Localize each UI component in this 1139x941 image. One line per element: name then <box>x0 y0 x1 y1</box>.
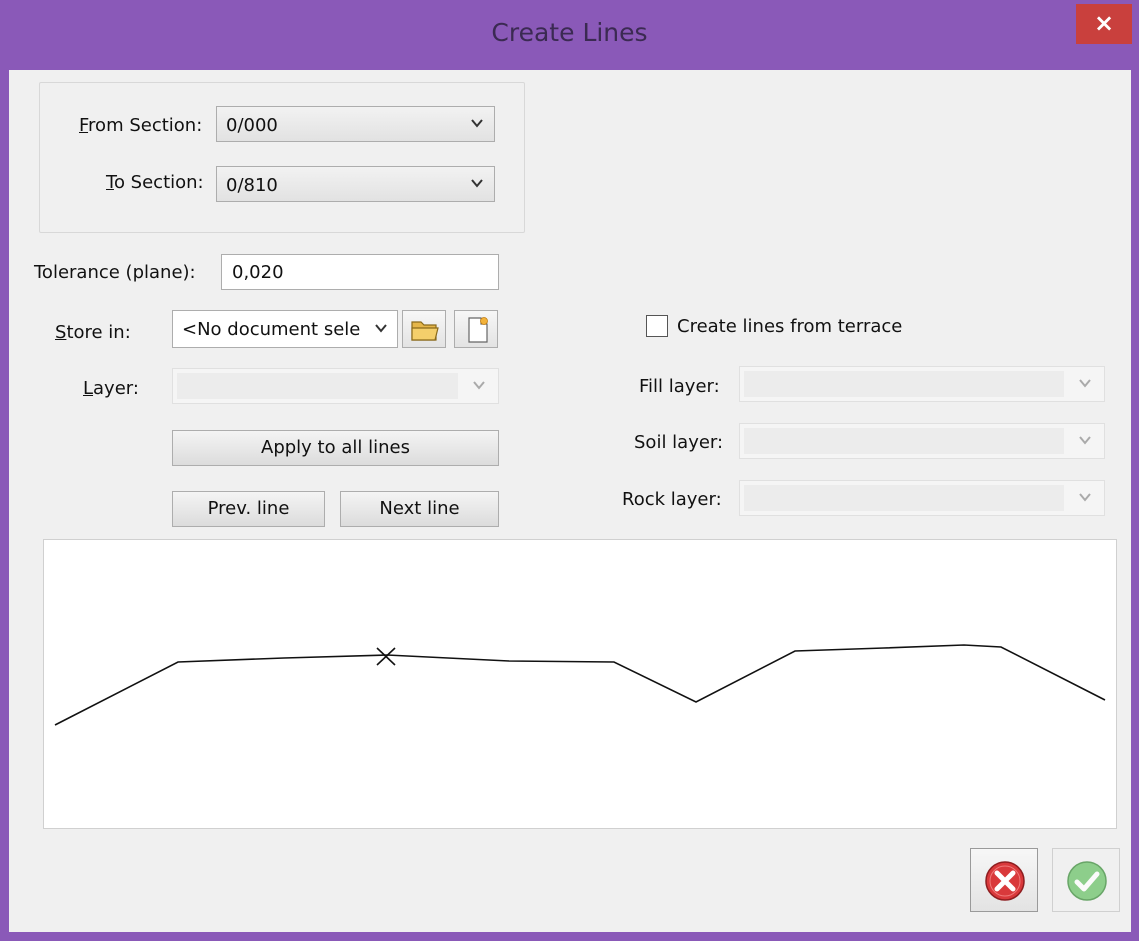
layer-value <box>177 373 458 399</box>
cancel-button[interactable] <box>970 848 1038 912</box>
chevron-down-icon <box>470 112 484 138</box>
chevron-down-icon <box>1078 486 1092 512</box>
to-section-value: 0/810 <box>226 175 278 196</box>
fill-layer-value <box>744 371 1064 397</box>
store-in-dropdown[interactable]: <No document sele <box>172 310 398 348</box>
store-in-value: <No document sele <box>182 319 361 340</box>
soil-layer-dropdown[interactable] <box>739 423 1105 459</box>
apply-to-all-lines-button[interactable]: Apply to all lines <box>172 430 499 466</box>
soil-layer-label: Soil layer: <box>634 432 724 453</box>
open-document-button[interactable] <box>402 310 446 348</box>
chevron-down-icon <box>1078 429 1092 455</box>
cancel-icon <box>984 860 1026 906</box>
tolerance-label: Tolerance (plane): <box>34 262 196 283</box>
rock-layer-dropdown[interactable] <box>739 480 1105 516</box>
fill-layer-label: Fill layer: <box>639 376 720 397</box>
chevron-down-icon <box>470 172 484 198</box>
dialog-title: Create Lines <box>491 18 648 47</box>
layer-label: Layer: <box>83 378 139 399</box>
next-line-button[interactable]: Next line <box>340 491 499 527</box>
cross-marker-icon <box>376 647 396 666</box>
to-section-label: To Section: <box>106 172 204 193</box>
create-lines-from-terrace-checkbox[interactable] <box>646 315 668 337</box>
profile-line <box>54 644 1106 726</box>
create-lines-from-terrace-label: Create lines from terrace <box>677 316 903 337</box>
section-group <box>39 82 525 233</box>
to-section-dropdown[interactable]: 0/810 <box>216 166 495 202</box>
dialog-client-area: From Section: 0/000 To Section: 0/810 To… <box>9 70 1131 932</box>
ok-check-icon <box>1066 860 1108 906</box>
chevron-down-icon <box>374 317 388 343</box>
soil-layer-value <box>744 428 1064 454</box>
fill-layer-dropdown[interactable] <box>739 366 1105 402</box>
title-bar[interactable]: Create Lines × <box>0 0 1139 70</box>
profile-line-canvas <box>54 644 1106 726</box>
close-button[interactable]: × <box>1076 4 1132 44</box>
chevron-down-icon <box>472 374 486 400</box>
open-folder-icon <box>410 317 440 347</box>
rock-layer-label: Rock layer: <box>622 489 722 510</box>
store-in-label: Store in: <box>55 322 131 343</box>
tolerance-input-wrapper <box>221 254 499 290</box>
new-document-icon <box>466 316 490 348</box>
new-document-button[interactable] <box>454 310 498 348</box>
close-icon: × <box>1093 9 1115 37</box>
from-section-dropdown[interactable]: 0/000 <box>216 106 495 142</box>
line-preview-panel[interactable] <box>43 539 1117 829</box>
ok-button[interactable] <box>1052 848 1120 912</box>
from-section-label: From Section: <box>79 115 203 136</box>
from-section-value: 0/000 <box>226 115 278 136</box>
tolerance-input[interactable] <box>230 261 483 284</box>
dialog-window: Create Lines × From Section: 0/000 To Se… <box>0 0 1139 941</box>
prev-line-button[interactable]: Prev. line <box>172 491 325 527</box>
chevron-down-icon <box>1078 372 1092 398</box>
layer-dropdown[interactable] <box>172 368 499 404</box>
rock-layer-value <box>744 485 1064 511</box>
